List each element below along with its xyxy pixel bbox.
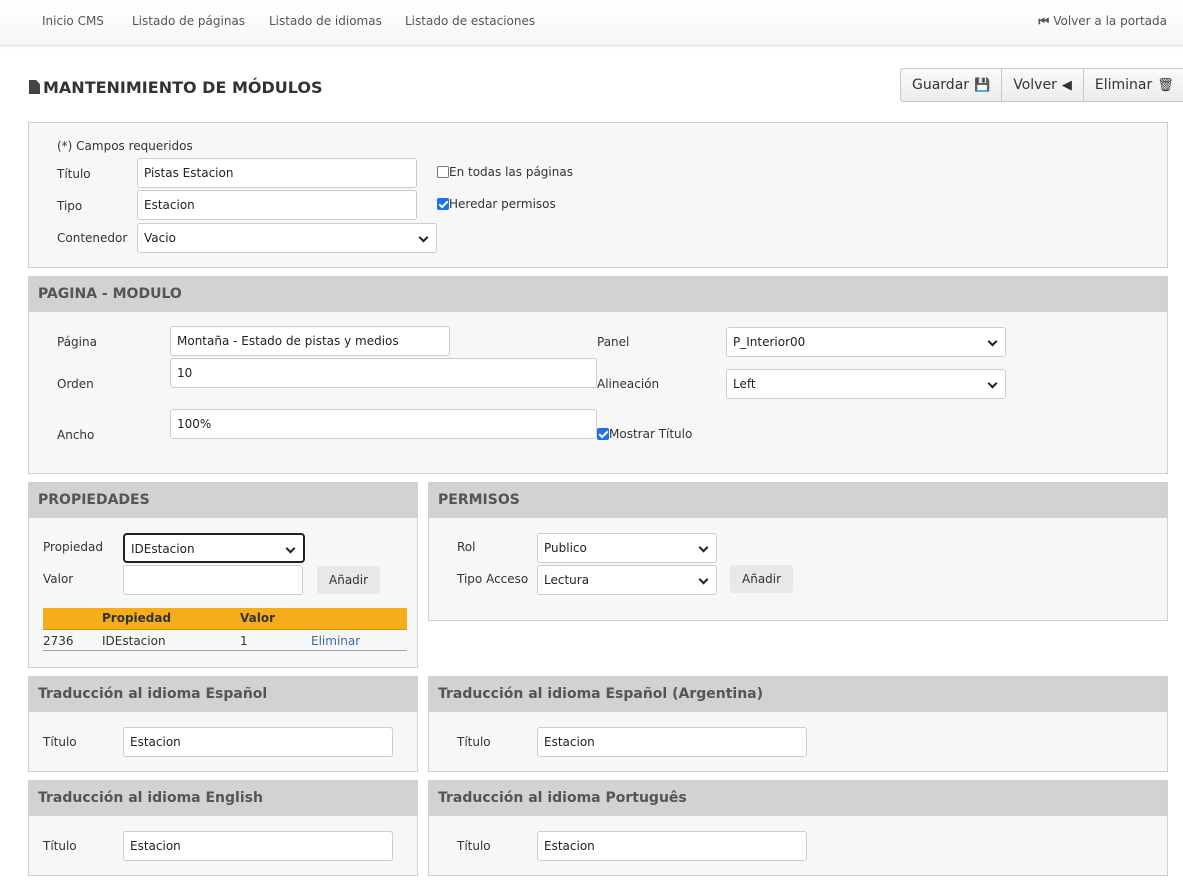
translation-title-input-es[interactable]: Estacion <box>123 727 393 757</box>
page-module-panel: PAGINA - MODULO Página Montaña - Estado … <box>28 276 1168 474</box>
translation-title-input-es-ar[interactable]: Estacion <box>537 727 807 757</box>
permissions-panel: PERMISOS Rol Publico Tipo Acceso Lectura… <box>428 482 1168 621</box>
back-button-label: Volver <box>1013 77 1057 93</box>
translation-title-input-pt[interactable]: Estacion <box>537 831 807 861</box>
property-select-value: IDEstacion <box>131 542 195 556</box>
page-label: Página <box>57 335 97 349</box>
property-label: Propiedad <box>43 540 103 554</box>
translation-title-input-en[interactable]: Estacion <box>123 831 393 861</box>
title-label: Título <box>57 167 91 181</box>
save-button[interactable]: Guardar 💾 <box>901 69 1003 101</box>
panel-label: Panel <box>597 335 630 349</box>
triangle-left-icon: ◀ <box>1061 78 1072 93</box>
page-title: MANTENIMIENTO DE MÓDULOS <box>29 78 323 97</box>
inherit-permissions-option: Heredar permisos <box>437 197 556 211</box>
table-row: 2736 IDEstacion 1 Eliminar <box>43 631 407 651</box>
properties-table-header: Propiedad Valor <box>43 608 407 630</box>
all-pages-option: En todas las páginas <box>437 165 573 179</box>
type-label: Tipo <box>57 199 83 213</box>
top-navigation: Inicio CMS Listado de páginas Listado de… <box>0 0 1183 46</box>
delete-button[interactable]: Eliminar 🗑 <box>1084 69 1183 101</box>
col-property-header: Propiedad <box>102 611 172 625</box>
properties-panel: PROPIEDADES Propiedad IDEstacion Valor A… <box>28 482 418 668</box>
nav-listado-paginas[interactable]: Listado de páginas <box>132 14 245 28</box>
order-input[interactable]: 10 <box>170 358 597 388</box>
translation-panel-es-ar: Traducción al idioma Español (Argentina)… <box>428 676 1168 772</box>
delete-button-label: Eliminar <box>1094 77 1153 93</box>
access-type-select[interactable]: Lectura <box>537 565 717 595</box>
access-type-select-value: Lectura <box>544 573 590 587</box>
show-title-checkbox[interactable] <box>597 428 609 440</box>
document-icon <box>29 80 40 94</box>
translation-panel-en: Traducción al idioma English Título Esta… <box>28 780 418 876</box>
row-delete-link[interactable]: Eliminar <box>311 634 360 648</box>
back-to-home-link[interactable]: ⏮ Volver a la portada <box>1038 14 1167 29</box>
show-title-label: Mostrar Título <box>609 427 693 441</box>
type-input[interactable]: Estacion <box>137 190 417 220</box>
translation-panel-es: Traducción al idioma Español Título Esta… <box>28 676 418 772</box>
role-select-value: Publico <box>544 541 587 555</box>
permissions-heading: PERMISOS <box>429 483 1167 518</box>
translation-heading-pt: Traducción al idioma Português <box>429 781 1167 816</box>
panel-select[interactable]: P_Interior00 <box>726 327 1006 357</box>
trash-icon: 🗑 <box>1157 78 1174 93</box>
alignment-label: Alineación <box>597 377 660 391</box>
translation-title-label-en: Título <box>43 839 77 853</box>
general-panel: (*) Campos requeridos Título Pistas Esta… <box>28 122 1168 268</box>
nav-inicio-cms[interactable]: Inicio CMS <box>42 14 104 28</box>
container-select[interactable]: Vacio <box>137 223 437 253</box>
nav-listado-estaciones[interactable]: Listado de estaciones <box>405 14 535 28</box>
floppy-disk-icon: 💾 <box>974 78 991 93</box>
alignment-select[interactable]: Left <box>726 369 1006 399</box>
translation-title-label-pt: Título <box>457 839 491 853</box>
role-select[interactable]: Publico <box>537 533 717 563</box>
properties-heading: PROPIEDADES <box>29 483 417 518</box>
required-note: (*) Campos requeridos <box>57 139 193 153</box>
property-select[interactable]: IDEstacion <box>123 533 305 563</box>
add-permission-button[interactable]: Añadir <box>730 565 794 593</box>
row-id: 2736 <box>43 634 74 648</box>
access-type-label: Tipo Acceso <box>457 572 529 586</box>
title-input[interactable]: Pistas Estacion <box>137 158 417 188</box>
width-label: Ancho <box>57 428 95 442</box>
row-value: 1 <box>240 634 248 648</box>
page-input[interactable]: Montaña - Estado de pistas y medios <box>170 326 450 356</box>
col-value-header: Valor <box>240 611 276 625</box>
action-button-group: Guardar 💾 Volver ◀ Eliminar 🗑 <box>900 68 1183 102</box>
translation-heading-en: Traducción al idioma English <box>29 781 417 816</box>
all-pages-checkbox[interactable] <box>437 166 449 178</box>
value-input[interactable] <box>123 565 303 595</box>
show-title-option: Mostrar Título <box>597 427 692 441</box>
value-label: Valor <box>43 572 74 586</box>
nav-listado-idiomas[interactable]: Listado de idiomas <box>269 14 382 28</box>
container-select-value: Vacio <box>144 231 176 245</box>
translation-heading-es: Traducción al idioma Español <box>29 677 417 712</box>
translation-title-label-es: Título <box>43 735 77 749</box>
inherit-permissions-checkbox[interactable] <box>437 198 449 210</box>
back-button[interactable]: Volver ◀ <box>1002 69 1084 101</box>
order-label: Orden <box>57 377 94 391</box>
panel-select-value: P_Interior00 <box>733 335 806 349</box>
save-button-label: Guardar <box>912 77 970 93</box>
page-module-heading: PAGINA - MODULO <box>29 277 1167 312</box>
translation-heading-es-ar: Traducción al idioma Español (Argentina) <box>429 677 1167 712</box>
translation-panel-pt: Traducción al idioma Português Título Es… <box>428 780 1168 876</box>
step-backward-icon: ⏮ <box>1038 14 1050 28</box>
all-pages-label: En todas las páginas <box>449 165 573 179</box>
role-label: Rol <box>457 540 476 554</box>
page-title-text: MANTENIMIENTO DE MÓDULOS <box>43 78 323 97</box>
inherit-permissions-label: Heredar permisos <box>449 197 556 211</box>
add-property-button[interactable]: Añadir <box>317 566 381 594</box>
row-property: IDEstacion <box>102 634 166 648</box>
container-label: Contenedor <box>57 231 128 245</box>
translation-title-label-es-ar: Título <box>457 735 491 749</box>
back-to-home-label: Volver a la portada <box>1053 14 1167 28</box>
alignment-select-value: Left <box>733 377 756 391</box>
width-input[interactable]: 100% <box>170 409 597 439</box>
